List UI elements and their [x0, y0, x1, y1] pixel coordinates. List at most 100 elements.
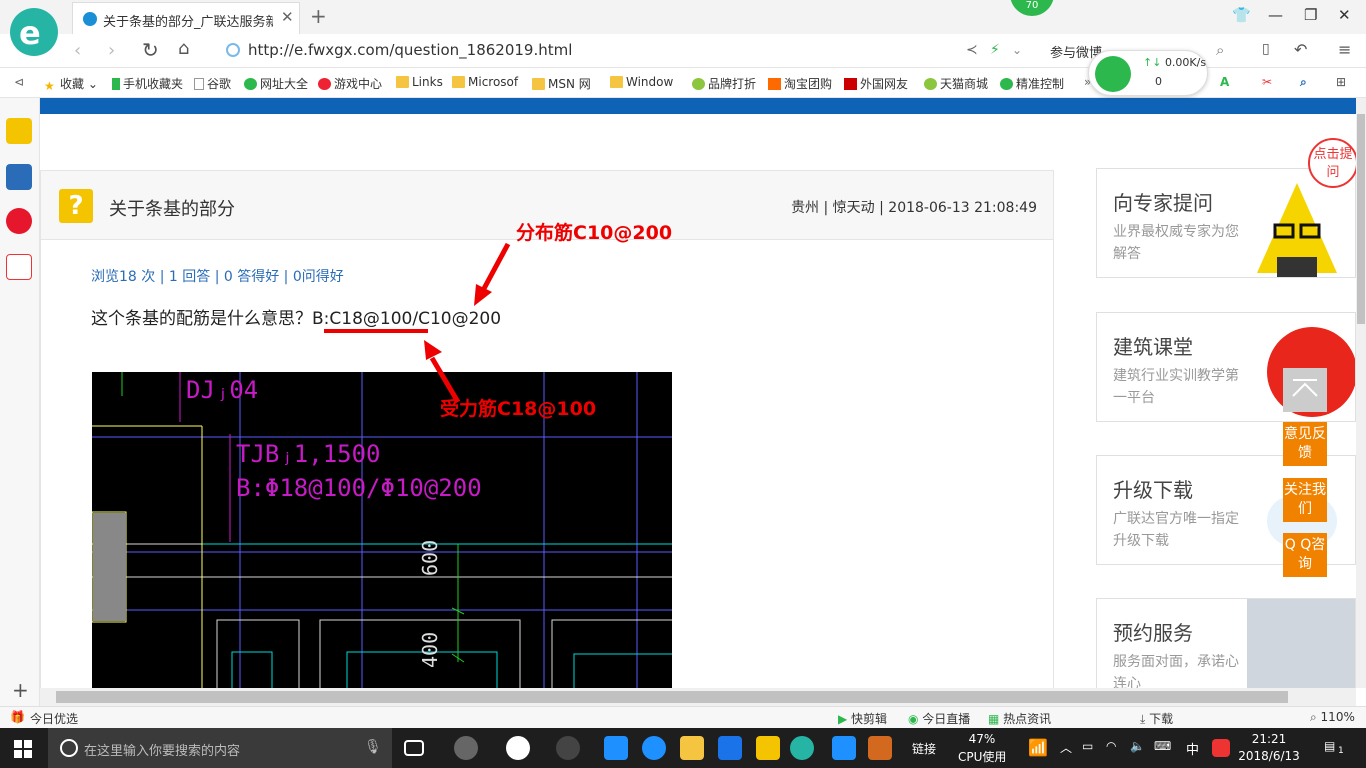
ie-icon[interactable]: [506, 736, 530, 760]
favorite-item[interactable]: 网址大全: [244, 75, 308, 92]
new-tab-icon[interactable]: +: [310, 4, 327, 28]
notes-icon[interactable]: [756, 736, 780, 760]
apps-grid-icon[interactable]: ⊞: [1336, 75, 1346, 89]
ask-expert-card[interactable]: 向专家提问 业界最权威专家为您解答: [1096, 168, 1356, 278]
question-title: 关于条基的部分: [109, 199, 235, 220]
scroll-thumb[interactable]: [1357, 114, 1365, 324]
question-mark-icon: ?: [59, 189, 93, 223]
clock-date[interactable]: 2018/6/13: [1234, 749, 1304, 763]
today-picks[interactable]: 今日优选: [30, 710, 78, 727]
notification-icon[interactable]: ▤: [1324, 739, 1335, 753]
tab-title: 关于条基的部分_广联达服务新干线: [103, 15, 273, 30]
sogou-icon[interactable]: [1212, 739, 1230, 757]
link-label[interactable]: 链接: [912, 740, 936, 757]
cpu-label: CPU使用: [958, 750, 1007, 764]
network-speed-widget[interactable]: ↑↓ 0.00K/s 0: [1088, 50, 1208, 96]
downloads[interactable]: ⤓ 下载: [1140, 710, 1173, 727]
favorite-folder[interactable]: Window: [610, 75, 673, 89]
mail-icon[interactable]: [6, 254, 32, 280]
favorite-folder[interactable]: Microsof: [452, 75, 518, 89]
close-window-icon[interactable]: ✕: [1338, 6, 1351, 24]
glodon-icon[interactable]: [718, 736, 742, 760]
browser-logo-icon[interactable]: e: [10, 8, 58, 56]
live-today[interactable]: ◉ 今日直播: [908, 710, 970, 727]
restore-icon[interactable]: ❐: [1304, 6, 1317, 24]
translate-icon[interactable]: A: [1220, 75, 1229, 89]
feedback-button[interactable]: 意见反馈: [1283, 422, 1327, 466]
wifi-tray-icon[interactable]: 📶: [1028, 738, 1048, 757]
reader-icon[interactable]: [6, 164, 32, 190]
file-explorer-icon[interactable]: [680, 736, 704, 760]
minimize-icon[interactable]: —: [1268, 6, 1283, 24]
edge-icon[interactable]: [604, 736, 628, 760]
ask-question-badge[interactable]: 点击提问: [1308, 138, 1356, 188]
horizontal-scrollbar[interactable]: [40, 688, 1356, 706]
zoom-level[interactable]: ⌕ 110%: [1310, 710, 1355, 725]
quick-clip[interactable]: ▶ 快剪辑: [838, 710, 887, 727]
hot-news[interactable]: ▦ 热点资讯: [988, 710, 1051, 727]
network-icon[interactable]: ◠: [1106, 739, 1116, 753]
windows-start-icon[interactable]: [14, 740, 32, 758]
qq-consult-button[interactable]: Q Q咨询: [1283, 533, 1327, 577]
search-icon[interactable]: ⌕: [1216, 41, 1224, 59]
clock-time[interactable]: 21:21: [1244, 732, 1294, 746]
lightning-icon[interactable]: ⚡: [990, 42, 1000, 58]
ime-indicator[interactable]: 中: [1186, 739, 1199, 758]
vertical-scrollbar[interactable]: [1356, 98, 1366, 688]
battery-icon[interactable]: ▭: [1082, 739, 1093, 753]
screenshot-icon[interactable]: ✂: [1262, 75, 1272, 89]
favorite-item[interactable]: 谷歌: [194, 75, 231, 92]
favorite-item[interactable]: 品牌打折: [692, 75, 756, 92]
favorite-item[interactable]: 淘宝团购: [768, 75, 832, 92]
find-icon[interactable]: ⌕: [1300, 75, 1307, 90]
mascot-icon: [1257, 183, 1337, 277]
question-stats[interactable]: 浏览18 次 | 1 回答 | 0 答得好 | 0问得好: [91, 266, 344, 286]
favorite-item[interactable]: 外国网友: [844, 75, 908, 92]
keyboard-icon[interactable]: ⌨: [1154, 739, 1171, 753]
favorite-item[interactable]: ★ 收藏 ⌄: [44, 75, 98, 93]
ie-blue-icon[interactable]: [642, 736, 666, 760]
tray-chevron-icon[interactable]: ︿: [1060, 739, 1072, 756]
site-favicon-icon: [83, 12, 97, 26]
collapse-left-icon[interactable]: ⊲: [14, 75, 24, 89]
url-field[interactable]: http://e.fwxgx.com/question_1862019.html: [226, 40, 946, 62]
add-icon[interactable]: +: [12, 678, 29, 702]
task-view-icon[interactable]: [404, 740, 424, 756]
status-bar: 🎁 今日优选 ▶ 快剪辑 ◉ 今日直播 ▦ 热点资讯 ⤓ 下载 ⌕ 110%: [0, 706, 1366, 728]
plus-app-icon[interactable]: [832, 736, 856, 760]
favorite-folder[interactable]: MSN 网: [532, 75, 591, 92]
volume-icon[interactable]: 🔈: [1130, 739, 1145, 753]
favorite-item[interactable]: 游戏中心: [318, 75, 382, 92]
taskbar-search[interactable]: 在这里输入你要搜索的内容 🎙: [48, 728, 392, 768]
favorite-item[interactable]: 天猫商城: [924, 75, 988, 92]
home-icon[interactable]: ⌂: [178, 38, 189, 59]
favorite-item[interactable]: 精准控制: [1000, 75, 1064, 92]
favorite-item[interactable]: 手机收藏夹: [112, 75, 183, 92]
back-to-top-button[interactable]: [1283, 368, 1327, 412]
scroll-thumb[interactable]: [56, 691, 1288, 703]
follow-us-button[interactable]: 关注我们: [1283, 478, 1327, 522]
star-icon[interactable]: [6, 118, 32, 144]
shirt-icon[interactable]: 👕: [1232, 6, 1251, 24]
share-icon[interactable]: ≺: [966, 42, 978, 58]
browser-tab[interactable]: 关于条基的部分_广联达服务新干线 ✕: [72, 2, 300, 34]
app-orange-icon[interactable]: [868, 736, 892, 760]
app-icon[interactable]: [556, 736, 580, 760]
chevron-down-icon[interactable]: ⌄: [1012, 43, 1022, 57]
pinwheel-icon[interactable]: [454, 736, 478, 760]
tab-close-icon[interactable]: ✕: [281, 8, 294, 26]
annotation-distribution-rebar: 分布筋C10@200: [516, 222, 673, 244]
back-icon[interactable]: ‹: [74, 40, 81, 61]
browser-taskbar-icon[interactable]: [790, 736, 814, 760]
card-title: 向专家提问: [1113, 191, 1213, 215]
refresh-icon[interactable]: ↻: [142, 38, 159, 62]
microphone-icon[interactable]: 🎙: [364, 739, 382, 755]
weibo-icon[interactable]: [6, 208, 32, 234]
forward-icon[interactable]: ›: [108, 40, 115, 61]
undo-icon[interactable]: ↶: [1294, 40, 1307, 59]
menu-icon[interactable]: ≡: [1338, 40, 1351, 59]
phone-icon[interactable]: ▯: [1262, 41, 1270, 57]
score-badge[interactable]: 70: [1010, 0, 1054, 16]
appointment-card[interactable]: 预约服务 服务面对面，承诺心连心: [1096, 598, 1356, 688]
favorite-folder[interactable]: Links: [396, 75, 443, 89]
